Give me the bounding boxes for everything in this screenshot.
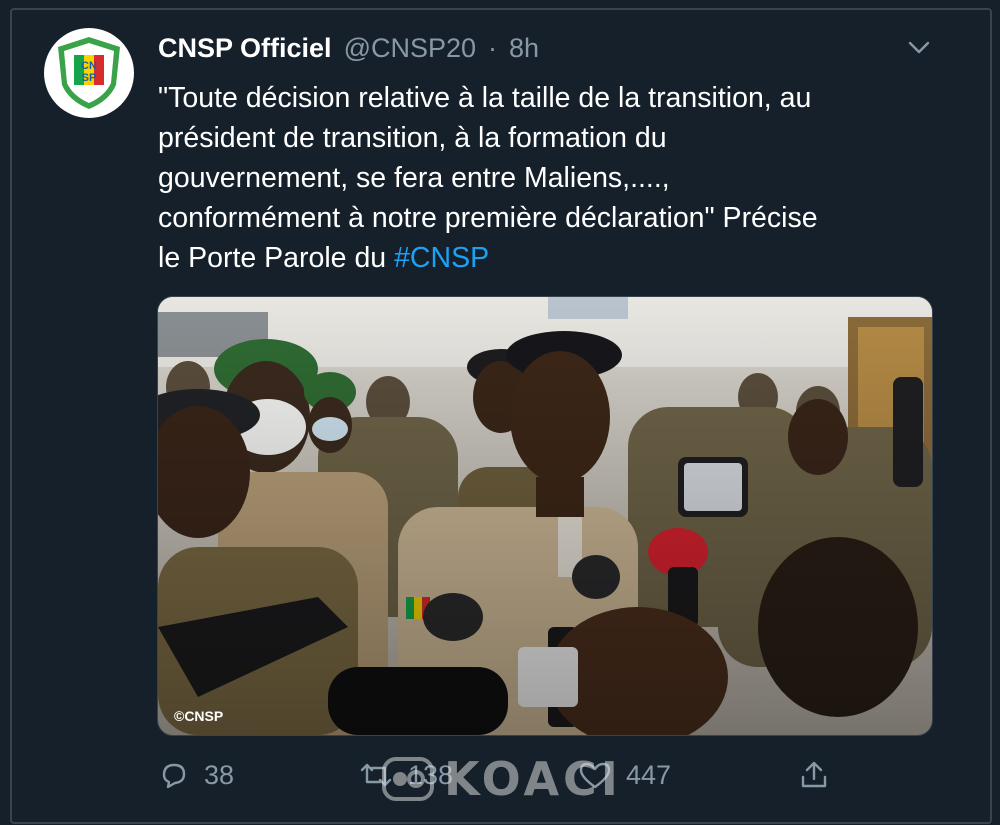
- press-conference-photo: ©CNSP: [158, 297, 932, 735]
- photo-credit: ©CNSP: [174, 708, 223, 724]
- svg-text:SP: SP: [82, 72, 97, 84]
- share-button[interactable]: [798, 750, 830, 800]
- tweet-text: "Toute décision relative à la taille de …: [158, 78, 938, 278]
- reply-icon: [162, 763, 186, 789]
- reply-button[interactable]: 38: [158, 750, 234, 800]
- koaci-watermark: KOACI: [380, 748, 622, 810]
- tweet-text-line: le Porte Parole du #CNSP: [158, 238, 938, 278]
- share-icon: [801, 761, 827, 788]
- reply-count: 38: [204, 759, 235, 790]
- tweet-text-line: gouvernement, se fera entre Maliens,....…: [158, 162, 670, 194]
- tweet-text-tail: le Porte Parole du: [158, 242, 395, 274]
- profile-avatar[interactable]: CN SP: [44, 28, 134, 118]
- cnsp-logo-icon: CN SP: [58, 37, 120, 109]
- tweet-timestamp[interactable]: 8h: [509, 30, 539, 66]
- like-count: 447: [626, 759, 672, 790]
- tweet-photo[interactable]: ©CNSP: [157, 296, 933, 736]
- display-name[interactable]: CNSP Officiel: [158, 30, 332, 66]
- chevron-down-icon: [908, 41, 930, 54]
- koaci-logo-icon: [382, 757, 434, 801]
- user-handle[interactable]: @CNSP20: [344, 30, 476, 66]
- more-options-button[interactable]: [905, 36, 933, 60]
- meta-separator: ·: [488, 33, 498, 63]
- tweet-header: CNSP Officiel @CNSP20 · 8h: [158, 30, 539, 66]
- hashtag-link[interactable]: #CNSP: [394, 242, 489, 274]
- tweet-text-line: président de transition, à la formation …: [158, 122, 667, 154]
- tweet-text-line: "Toute décision relative à la taille de …: [158, 82, 812, 114]
- svg-text:CN: CN: [81, 60, 97, 72]
- watermark-text: KOACI: [444, 752, 622, 806]
- tweet-text-line: conformément à notre première déclaratio…: [158, 202, 818, 234]
